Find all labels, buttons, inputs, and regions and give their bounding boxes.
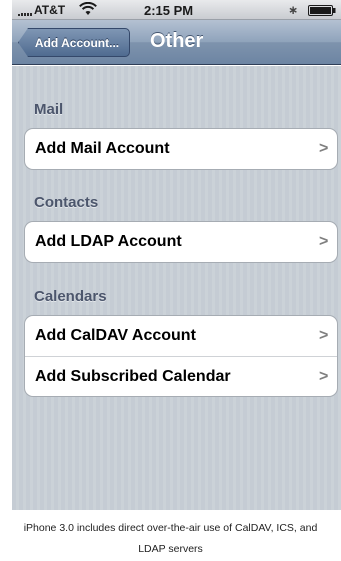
- add-caldav-account-row[interactable]: Add CalDAV Account >: [25, 316, 337, 356]
- bluetooth-icon: ∗: [288, 3, 299, 17]
- add-ldap-account-row[interactable]: Add LDAP Account >: [25, 222, 337, 262]
- chevron-right-icon: >: [319, 327, 329, 344]
- add-subscribed-calendar-row[interactable]: Add Subscribed Calendar >: [25, 356, 337, 396]
- group-contacts: Add LDAP Account >: [24, 221, 338, 263]
- screenshot-caption: iPhone 3.0 includes direct over-the-air …: [0, 518, 341, 560]
- chevron-right-icon: >: [319, 140, 329, 157]
- caption-line-2: LDAP servers: [138, 543, 203, 555]
- navigation-bar: Add Account... Other: [12, 20, 341, 65]
- phone-screen: AT&T 2:15 PM ∗ Add Account... Other Mail…: [12, 0, 341, 510]
- grouped-table: Mail Add Mail Account > Contacts Add LDA…: [12, 66, 341, 510]
- section-header-contacts: Contacts: [34, 194, 99, 211]
- group-mail: Add Mail Account >: [24, 128, 338, 170]
- group-calendars: Add CalDAV Account > Add Subscribed Cale…: [24, 315, 338, 397]
- signal-strength-icon: [18, 13, 32, 16]
- chevron-right-icon: >: [319, 368, 329, 385]
- battery-icon: [308, 5, 336, 16]
- row-label: Add CalDAV Account: [35, 327, 196, 344]
- wifi-icon: [79, 2, 97, 15]
- row-label: Add Subscribed Calendar: [35, 367, 231, 385]
- chevron-right-icon: >: [319, 233, 329, 250]
- caption-line-1: iPhone 3.0 includes direct over-the-air …: [23, 522, 318, 534]
- back-button[interactable]: Add Account...: [18, 28, 130, 57]
- section-header-mail: Mail: [34, 101, 64, 118]
- section-header-calendars: Calendars: [34, 288, 107, 305]
- row-label: Add LDAP Account: [35, 233, 182, 250]
- row-label: Add Mail Account: [35, 140, 170, 157]
- carrier-label: AT&T: [34, 3, 66, 17]
- add-mail-account-row[interactable]: Add Mail Account >: [25, 129, 337, 169]
- status-bar: AT&T 2:15 PM ∗: [12, 0, 341, 20]
- clock: 2:15 PM: [144, 3, 194, 18]
- page-title: Other: [150, 30, 204, 52]
